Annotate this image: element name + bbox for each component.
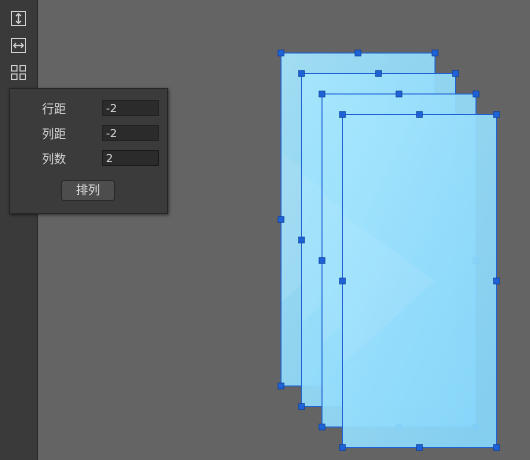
design-canvas[interactable] bbox=[0, 0, 530, 460]
resize-handle[interactable] bbox=[339, 111, 346, 118]
resize-handle[interactable] bbox=[452, 70, 459, 77]
row-spacing-label: 行距 bbox=[42, 102, 67, 116]
resize-handle[interactable] bbox=[493, 111, 500, 118]
column-spacing-input[interactable] bbox=[102, 125, 159, 141]
column-count-label: 列数 bbox=[42, 152, 67, 166]
row-spacing-input[interactable] bbox=[102, 100, 159, 116]
resize-handle[interactable] bbox=[277, 216, 285, 223]
resize-handle[interactable] bbox=[395, 90, 403, 98]
resize-handle[interactable] bbox=[298, 236, 305, 244]
resize-handle[interactable] bbox=[339, 444, 346, 451]
resize-handle[interactable] bbox=[318, 90, 326, 98]
resize-handle[interactable] bbox=[318, 423, 326, 431]
resize-handle[interactable] bbox=[298, 70, 305, 77]
resize-handle[interactable] bbox=[298, 403, 305, 410]
resize-handle[interactable] bbox=[375, 70, 382, 77]
resize-handle[interactable] bbox=[416, 111, 423, 118]
resize-handle[interactable] bbox=[472, 90, 480, 98]
resize-handle[interactable] bbox=[431, 49, 439, 57]
resize-handle[interactable] bbox=[277, 382, 285, 390]
resize-handle[interactable] bbox=[354, 49, 362, 57]
resize-handle[interactable] bbox=[493, 277, 500, 285]
arrange-panel: 行距 列距 列数 排列 bbox=[9, 88, 168, 214]
resize-handle[interactable] bbox=[277, 49, 285, 57]
resize-handle[interactable] bbox=[493, 444, 500, 451]
column-spacing-label: 列距 bbox=[42, 127, 67, 141]
resize-handle[interactable] bbox=[416, 444, 423, 451]
resize-handle[interactable] bbox=[318, 257, 326, 264]
arrange-button[interactable]: 排列 bbox=[61, 180, 115, 201]
resize-handle[interactable] bbox=[339, 277, 346, 285]
column-count-input[interactable] bbox=[102, 150, 159, 166]
selected-card[interactable] bbox=[339, 111, 500, 451]
